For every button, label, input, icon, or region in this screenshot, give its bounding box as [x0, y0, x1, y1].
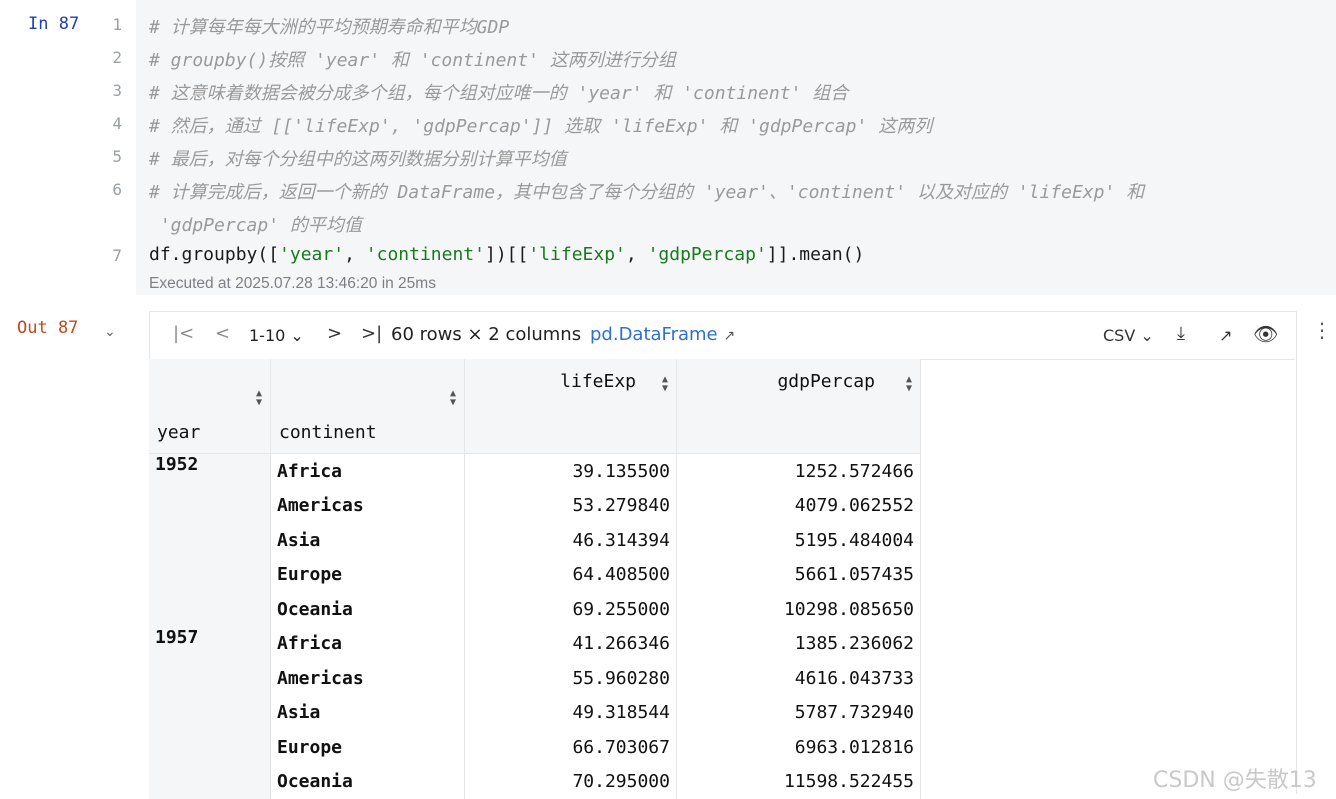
export-format-select[interactable]: CSV ⌄ [1103, 326, 1154, 345]
lifeexp-cell: 69.255000 [464, 592, 677, 627]
line-number: 6 [112, 180, 122, 199]
gdppercap-cell: 10298.085650 [676, 592, 921, 627]
first-page-icon[interactable]: |< [173, 323, 194, 344]
string-token: 'year' [279, 244, 345, 265]
eye-icon[interactable]: 👁 [1253, 322, 1278, 346]
external-link-icon: ↗ [723, 328, 736, 344]
comment-line[interactable]: # groupby()按照 'year' 和 'continent' 这两列进行… [149, 46, 676, 72]
sort-icon[interactable]: ▲ ▼ [906, 375, 912, 394]
more-vertical-icon[interactable]: ⋮ [1312, 318, 1332, 342]
index-header-year[interactable]: year ▲ ▼ [149, 359, 271, 454]
lifeexp-cell: 53.279840 [464, 488, 677, 523]
table-header-row: year ▲ ▼ continent ▲ ▼ lifeExp ▲ ▼ gdpPercap ▲ ▼ [149, 359, 921, 454]
chevron-down-icon: ⌄ [1140, 326, 1154, 345]
comment-line[interactable]: # 这意味着数据会被分成多个组，每个组对应唯一的 'year' 和 'conti… [149, 79, 848, 105]
page-range-label: 1-10 [249, 326, 286, 345]
gdppercap-cell: 4616.043733 [676, 661, 921, 696]
sort-icon[interactable]: ▲ ▼ [256, 389, 262, 408]
prev-page-icon[interactable]: < [215, 323, 230, 344]
lifeexp-cell: 46.314394 [464, 523, 677, 558]
continent-cell: Africa [270, 453, 465, 489]
table-row[interactable]: 1957 Africa 41.266346 1385.236062 [149, 626, 921, 799]
gdppercap-cell: 6963.012816 [676, 730, 921, 765]
string-token: 'continent' [365, 244, 485, 265]
header-label: continent [279, 422, 377, 443]
comment-line[interactable]: # 计算完成后，返回一个新的 DataFrame，其中包含了每个分组的 'yea… [149, 178, 1144, 204]
line-number: 3 [112, 81, 122, 100]
lifeexp-cell: 66.703067 [464, 730, 677, 765]
export-format-label: CSV [1103, 326, 1136, 345]
comment-line[interactable]: # 计算每年每大洲的平均预期寿命和平均GDP [149, 13, 509, 39]
gdppercap-cell: 5195.484004 [676, 523, 921, 558]
continent-cell: Asia [270, 695, 465, 730]
execution-status: Executed at 2025.07.28 13:46:20 in 25ms [149, 275, 436, 292]
next-page-icon[interactable]: > [327, 323, 342, 344]
table-row[interactable]: 1952 Africa 39.135500 1252.572466 [149, 453, 921, 627]
lifeexp-cell: 41.266346 [464, 626, 677, 661]
continent-cell: Americas [270, 488, 465, 523]
continent-cell: Americas [270, 661, 465, 696]
line-number: 1 [112, 15, 122, 34]
input-label: In 87 [28, 14, 80, 34]
collapse-chevron-icon[interactable]: ⌄ [104, 324, 116, 340]
header-label: lifeExp [560, 371, 636, 392]
open-icon[interactable]: ↗ [1219, 326, 1232, 345]
dataframe-type-link[interactable]: pd.DataFrame ↗ [590, 324, 735, 345]
gdppercap-cell: 4079.062552 [676, 488, 921, 523]
comment-line[interactable]: # 最后，对每个分组中的这两列数据分别计算平均值 [149, 145, 567, 171]
watermark: CSDN @失散13 [1153, 768, 1317, 793]
gdppercap-cell: 5661.057435 [676, 557, 921, 592]
input-cell: In 87 1 2 3 4 5 6 7 # 计算每年每大洲的平均预期寿命和平均G… [0, 0, 1336, 295]
code-token: df.groupby([ [149, 244, 280, 265]
page-range-select[interactable]: 1-10 ⌄ [249, 326, 304, 345]
header-label: year [157, 422, 201, 443]
sort-icon[interactable]: ▲ ▼ [450, 389, 456, 408]
comment-line[interactable]: # 然后，通过 [['lifeExp', 'gdpPercap']] 选取 'l… [149, 112, 932, 138]
column-header-gdpPercap[interactable]: gdpPercap ▲ ▼ [676, 359, 921, 454]
code-token: , [625, 244, 648, 265]
output-label: Out 87 [17, 318, 79, 338]
string-token: 'gdpPercap' [647, 244, 767, 265]
string-token: 'lifeExp' [528, 244, 626, 265]
code-token: , [344, 244, 366, 265]
gdppercap-cell: 1385.236062 [676, 626, 921, 661]
download-icon[interactable]: ⤓ [1177, 323, 1185, 344]
lifeexp-cell: 39.135500 [464, 453, 677, 489]
continent-cell: Asia [270, 523, 465, 558]
continent-cell: Europe [270, 730, 465, 765]
line-number: 4 [112, 114, 122, 133]
year-cell: 1952 [149, 453, 271, 627]
line-number: 7 [112, 246, 122, 265]
dataframe-shape: 60 rows × 2 columns [391, 324, 582, 345]
gdppercap-cell: 11598.522455 [676, 764, 921, 799]
last-page-icon[interactable]: >| [361, 323, 382, 344]
header-label: gdpPercap [777, 371, 875, 392]
gdppercap-cell: 5787.732940 [676, 695, 921, 730]
chevron-down-icon: ⌄ [290, 326, 304, 345]
code-token: ])[[ [484, 244, 529, 265]
lifeexp-cell: 49.318544 [464, 695, 677, 730]
type-link-label: pd.DataFrame [590, 324, 718, 345]
lifeexp-cell: 64.408500 [464, 557, 677, 592]
comment-line[interactable]: 'gdpPercap' 的平均值 [149, 211, 362, 237]
lifeexp-cell: 70.295000 [464, 764, 677, 799]
continent-cell: Oceania [270, 592, 465, 627]
line-number: 5 [112, 147, 122, 166]
dataframe-table: year ▲ ▼ continent ▲ ▼ lifeExp ▲ ▼ gdpPercap ▲ ▼… [149, 359, 921, 799]
continent-cell: Oceania [270, 764, 465, 799]
continent-cell: Europe [270, 557, 465, 592]
gdppercap-cell: 1252.572466 [676, 453, 921, 489]
lifeexp-cell: 55.960280 [464, 661, 677, 696]
code-statement[interactable]: df.groupby(['year', 'continent'])[['life… [149, 244, 864, 265]
dataframe-toolbar: |< < 1-10 ⌄ > >| 60 rows × 2 columns pd.… [149, 311, 1295, 360]
index-header-continent[interactable]: continent ▲ ▼ [270, 359, 465, 454]
code-token: ]].mean() [766, 244, 865, 265]
column-header-lifeExp[interactable]: lifeExp ▲ ▼ [464, 359, 677, 454]
year-cell: 1957 [149, 626, 271, 799]
sort-icon[interactable]: ▲ ▼ [662, 375, 668, 394]
line-number: 2 [112, 48, 122, 67]
continent-cell: Africa [270, 626, 465, 661]
